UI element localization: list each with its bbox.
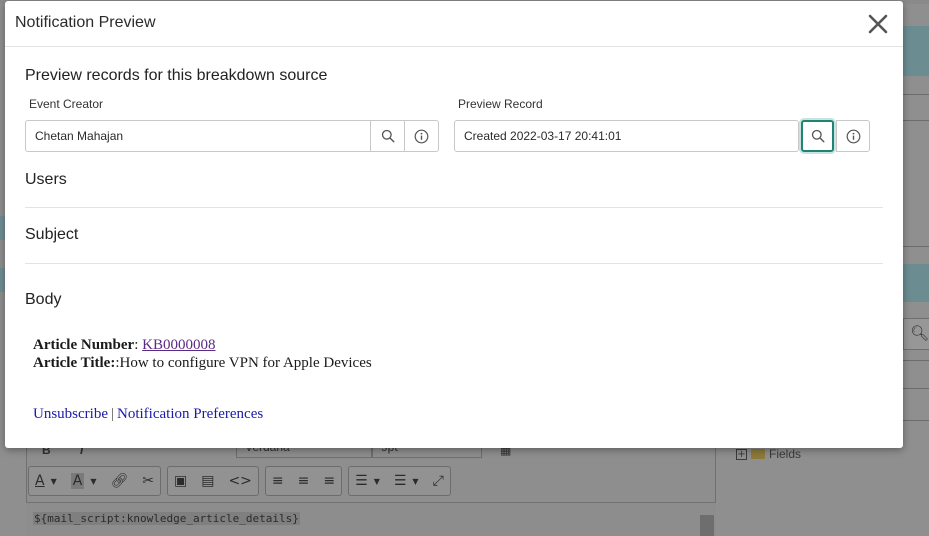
event-creator-label: Event Creator: [29, 97, 104, 111]
editor-text-area: ${mail_script:knowledge_article_details}: [26, 502, 716, 536]
toolbar-group-media: ▣ ▤ <>: [166, 466, 259, 496]
preview-record-field: Created 2022-03-17 20:41:01: [454, 120, 870, 152]
search-icon: 🔍︎: [910, 325, 929, 342]
align-left-icon: ≡: [271, 473, 284, 489]
editor-script-text: ${mail_script:knowledge_article_details}: [33, 512, 300, 525]
background-divider: [903, 360, 929, 361]
background-color-icon: A ▼: [70, 473, 97, 489]
editor-toolbar-row-2: A ▼ A ▼ 🔗︎ ✂ ▣ ▤ <> ≡ ≡ ≡ ☰ ▼ ☰ ▼ ⤢: [28, 466, 451, 496]
event-creator-input[interactable]: Chetan Mahajan: [25, 120, 371, 152]
align-center-icon: ≡: [297, 473, 310, 489]
toolbar-group-lists: ☰ ▼ ☰ ▼ ⤢: [348, 466, 451, 496]
background-divider: [903, 120, 929, 121]
align-right-icon: ≡: [323, 473, 336, 489]
tree-item-label: Fields: [769, 447, 802, 461]
close-icon: [868, 14, 888, 34]
info-icon: [846, 129, 860, 143]
unlink-icon: ✂: [142, 473, 154, 489]
link-icon: 🔗︎: [110, 473, 129, 489]
fullscreen-icon: ⤢: [432, 473, 444, 489]
article-number-link[interactable]: KB0000008: [142, 337, 215, 353]
notification-preferences-link[interactable]: Notification Preferences: [117, 406, 263, 422]
background-divider: [903, 94, 929, 95]
code-icon: <>: [228, 473, 252, 489]
preview-record-label: Preview Record: [458, 97, 543, 111]
article-title-line: Article Title::How to configure VPN for …: [33, 354, 372, 372]
email-footer: Unsubscribe | Notification Preferences: [33, 406, 263, 423]
info-icon: [414, 129, 429, 143]
footer-separator: |: [111, 406, 115, 422]
divider: [25, 207, 883, 208]
modal-title: Notification Preview: [15, 14, 156, 31]
toolbar-group-text: A ▼ A ▼ 🔗︎ ✂: [28, 466, 161, 496]
article-title-value: :How to configure VPN for Apple Devices: [115, 355, 372, 371]
background-section-header: [903, 264, 929, 302]
article-number-label: Article Number: [33, 337, 135, 353]
article-number-line: Article Number: KB0000008: [33, 336, 372, 354]
background-divider: [903, 388, 929, 389]
video-icon: ▤: [201, 473, 215, 489]
preview-record-input[interactable]: Created 2022-03-17 20:41:01: [454, 120, 799, 152]
preview-record-info-button[interactable]: [836, 120, 870, 152]
background-divider: [903, 246, 929, 247]
event-creator-field: Chetan Mahajan: [25, 120, 439, 152]
folder-icon: [751, 449, 765, 459]
event-creator-lookup-button[interactable]: [371, 120, 405, 152]
bullet-list-icon: ☰ ▼: [355, 473, 380, 489]
background-divider: [903, 420, 929, 421]
divider: [25, 263, 883, 264]
unsubscribe-link[interactable]: Unsubscribe: [33, 406, 108, 422]
tree-item-fields: + Fields: [736, 447, 801, 461]
search-icon: [811, 129, 825, 143]
toolbar-group-align: ≡ ≡ ≡: [264, 466, 343, 496]
text-color-icon: A ▼: [35, 473, 57, 489]
article-title-label: Article Title:: [33, 355, 116, 371]
subject-heading: Subject: [25, 226, 79, 243]
image-icon: ▣: [173, 473, 188, 489]
search-icon: [381, 129, 395, 143]
editor-scrollbar: [700, 515, 714, 536]
expand-icon: +: [736, 448, 747, 460]
modal-header: Notification Preview: [5, 1, 903, 47]
close-button[interactable]: [863, 9, 893, 39]
preview-section-heading: Preview records for this breakdown sourc…: [25, 67, 328, 84]
users-heading: Users: [25, 171, 67, 188]
article-number-separator: :: [134, 337, 143, 353]
body-heading: Body: [25, 291, 62, 308]
event-creator-info-button[interactable]: [405, 120, 439, 152]
notification-preview-modal: Notification Preview Preview records for…: [5, 1, 903, 448]
numbered-list-icon: ☰ ▼: [393, 473, 419, 489]
preview-record-lookup-button[interactable]: [801, 120, 834, 152]
background-section-header: [903, 26, 929, 76]
background-search-box: 🔍︎: [903, 318, 929, 350]
email-body-preview: Article Number: KB0000008 Article Title:…: [33, 336, 372, 372]
